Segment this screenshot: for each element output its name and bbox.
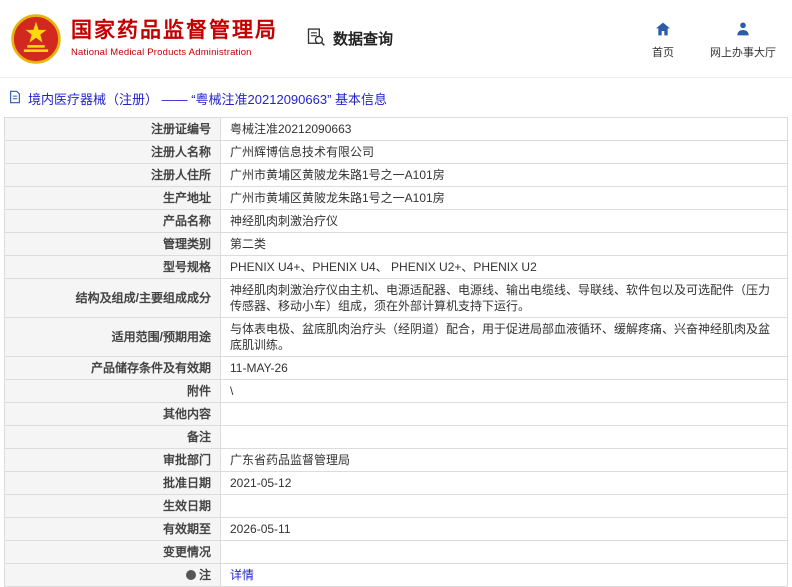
- data-query-tab[interactable]: 数据查询: [306, 27, 393, 51]
- org-name-en: National Medical Products Administration: [71, 46, 252, 58]
- page-title: 境内医疗器械（注册） —— “粤械注准20212090663” 基本信息: [28, 92, 388, 107]
- top-nav: 首页 网上办事大厅: [646, 17, 776, 60]
- row-value: 神经肌肉刺激治疗仪: [220, 209, 788, 233]
- row-value: 广州辉博信息技术有限公司: [220, 140, 788, 164]
- document-icon: [8, 90, 22, 107]
- row-value: 2021-05-12: [220, 471, 788, 495]
- table-row: 有效期至 2026-05-11: [4, 517, 788, 541]
- table-row: 产品储存条件及有效期 11-MAY-26: [4, 356, 788, 380]
- row-label: 管理类别: [4, 232, 221, 256]
- table-row: 注册证编号 粤械注准20212090663: [4, 117, 788, 141]
- row-label: 注册证编号: [4, 117, 221, 141]
- brand[interactable]: 国家药品监督管理局 National Medical Products Admi…: [10, 13, 278, 65]
- row-value: [220, 540, 788, 564]
- row-label: 注册人名称: [4, 140, 221, 164]
- row-label: 适用范围/预期用途: [4, 317, 221, 357]
- registration-info-table: 注册证编号 粤械注准20212090663 注册人名称 广州辉博信息技术有限公司…: [4, 117, 788, 587]
- table-row: 注册人住所 广州市黄埔区黄陂龙朱路1号之一A101房: [4, 163, 788, 187]
- row-label: 备注: [4, 425, 221, 449]
- note-icon: [185, 570, 196, 580]
- table-row: 审批部门 广东省药品监督管理局: [4, 448, 788, 472]
- row-label: 注册人住所: [4, 163, 221, 187]
- row-label: 批准日期: [4, 471, 221, 495]
- row-value: 广州市黄埔区黄陂龙朱路1号之一A101房: [220, 186, 788, 210]
- row-label-note: 注: [4, 563, 221, 587]
- row-value: 第二类: [220, 232, 788, 256]
- row-label: 产品名称: [4, 209, 221, 233]
- table-row: 变更情况: [4, 540, 788, 564]
- table-row: 生效日期: [4, 494, 788, 518]
- table-row: 备注: [4, 425, 788, 449]
- row-label: 其他内容: [4, 402, 221, 426]
- row-label: 变更情况: [4, 540, 221, 564]
- table-row: 生产地址 广州市黄埔区黄陂龙朱路1号之一A101房: [4, 186, 788, 210]
- row-value: 与体表电极、盆底肌肉治疗头（经阴道）配合，用于促进局部血液循环、缓解疼痛、兴奋神…: [220, 317, 788, 357]
- nav-service-hall-label: 网上办事大厅: [710, 47, 776, 59]
- row-value: 神经肌肉刺激治疗仪由主机、电源适配器、电源线、输出电缆线、导联线、软件包以及可选…: [220, 278, 788, 318]
- row-value: [220, 494, 788, 518]
- row-value: 广东省药品监督管理局: [220, 448, 788, 472]
- table-row: 产品名称 神经肌肉刺激治疗仪: [4, 209, 788, 233]
- row-value: 粤械注准20212090663: [220, 117, 788, 141]
- row-value: 2026-05-11: [220, 517, 788, 541]
- nav-item-home[interactable]: 首页: [646, 21, 680, 60]
- breadcrumb: 境内医疗器械（注册） —— “粤械注准20212090663” 基本信息: [0, 78, 792, 117]
- person-icon: [735, 21, 751, 40]
- row-label: 产品储存条件及有效期: [4, 356, 221, 380]
- table-row: 注 详情: [4, 563, 788, 587]
- table-row: 管理类别 第二类: [4, 232, 788, 256]
- org-name-cn: 国家药品监督管理局: [71, 19, 278, 43]
- data-query-label: 数据查询: [333, 31, 394, 48]
- note-label: 注: [198, 568, 211, 582]
- row-label: 生效日期: [4, 494, 221, 518]
- national-emblem-icon: [10, 13, 62, 65]
- table-row: 批准日期 2021-05-12: [4, 471, 788, 495]
- row-value: [220, 425, 788, 449]
- row-value: [220, 402, 788, 426]
- row-value: 11-MAY-26: [220, 356, 788, 380]
- table-row: 注册人名称 广州辉博信息技术有限公司: [4, 140, 788, 164]
- row-value: PHENIX U4+、PHENIX U4、 PHENIX U2+、PHENIX …: [220, 255, 788, 279]
- row-label: 结构及组成/主要组成成分: [4, 278, 221, 318]
- table-row: 适用范围/预期用途 与体表电极、盆底肌肉治疗头（经阴道）配合，用于促进局部血液循…: [4, 317, 788, 357]
- row-label: 审批部门: [4, 448, 221, 472]
- row-label: 附件: [4, 379, 221, 403]
- row-label: 有效期至: [4, 517, 221, 541]
- row-value: \: [220, 379, 788, 403]
- row-label: 型号规格: [4, 255, 221, 279]
- nav-item-service-hall[interactable]: 网上办事大厅: [710, 21, 776, 60]
- detail-link[interactable]: 详情: [230, 568, 254, 582]
- home-icon: [655, 21, 671, 40]
- table-row: 结构及组成/主要组成成分 神经肌肉刺激治疗仪由主机、电源适配器、电源线、输出电缆…: [4, 278, 788, 318]
- row-value: 广州市黄埔区黄陂龙朱路1号之一A101房: [220, 163, 788, 187]
- table-row: 附件 \: [4, 379, 788, 403]
- nav-home-label: 首页: [652, 47, 674, 59]
- row-value: 详情: [220, 563, 788, 587]
- header: 国家药品监督管理局 National Medical Products Admi…: [0, 0, 792, 78]
- table-row: 其他内容: [4, 402, 788, 426]
- row-label: 生产地址: [4, 186, 221, 210]
- data-query-icon: [306, 27, 326, 51]
- table-row: 型号规格 PHENIX U4+、PHENIX U4、 PHENIX U2+、PH…: [4, 255, 788, 279]
- brand-text: 国家药品监督管理局 National Medical Products Admi…: [71, 19, 278, 57]
